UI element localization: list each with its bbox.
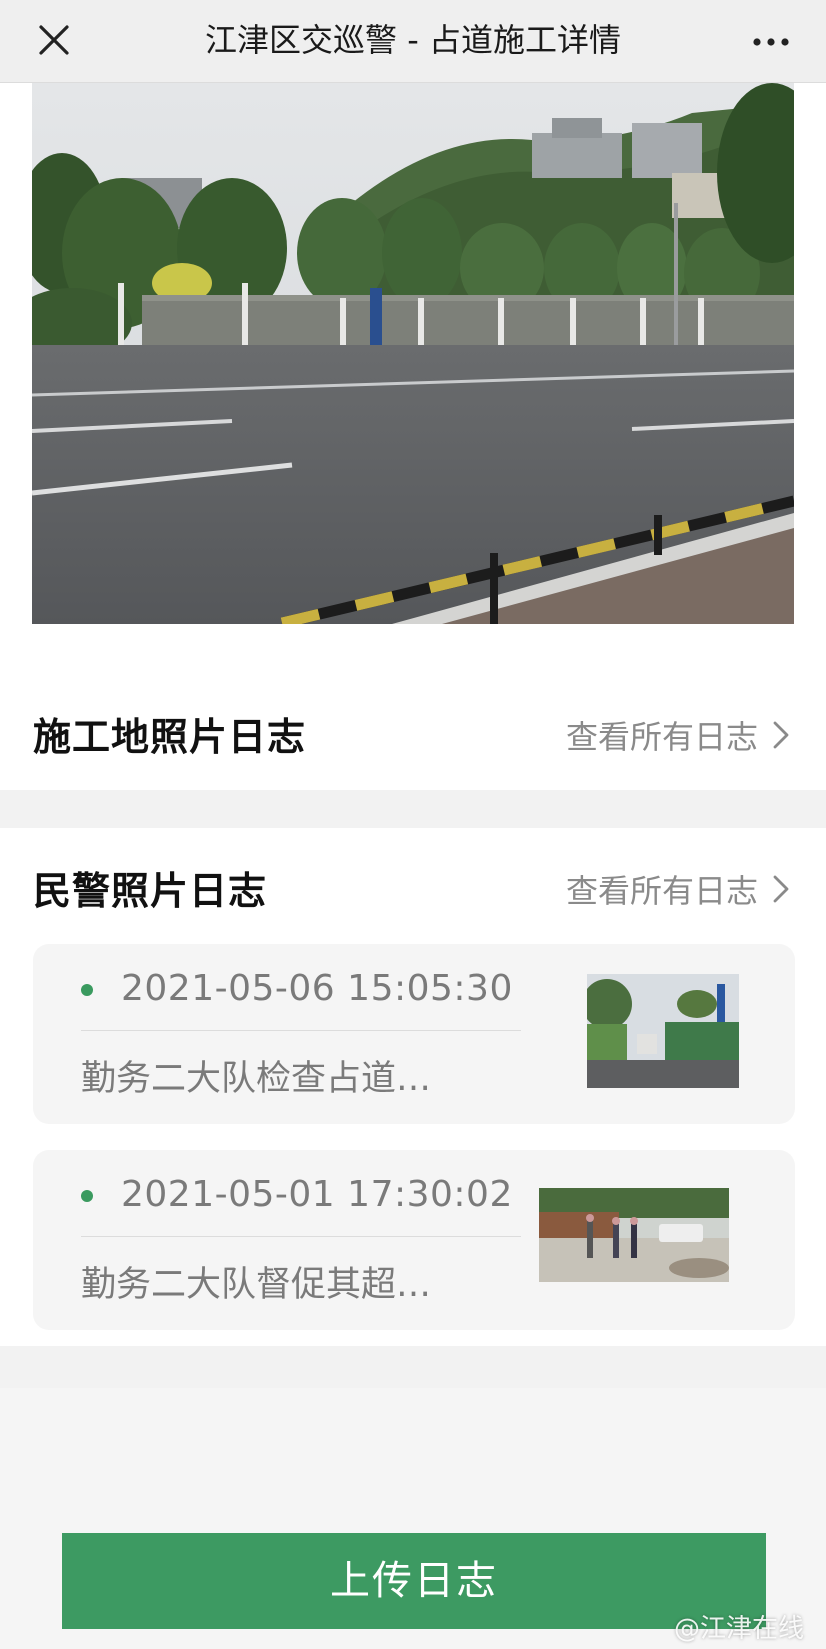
chevron-right-icon xyxy=(773,875,789,903)
log-timestamp: 2021-05-01 17:30:02 xyxy=(121,1174,513,1215)
site-photo-log-view-all[interactable]: 查看所有日志 xyxy=(566,712,790,758)
view-all-label: 查看所有日志 xyxy=(565,872,758,910)
upload-log-button[interactable]: 上传日志 xyxy=(62,1533,766,1629)
police-photo-log-section: 民警照片日志 查看所有日志 2021-05-06 15:05:30 勤务二大队检… xyxy=(0,828,826,1346)
police-log-entry[interactable]: 2021-05-01 17:30:02 勤务二大队督促其超… xyxy=(33,1150,795,1330)
log-description: 勤务二大队督促其超… xyxy=(81,1265,432,1305)
view-all-label: 查看所有日志 xyxy=(565,718,758,756)
watermark-text: @江津在线 xyxy=(673,1614,804,1644)
construction-site-photo[interactable] xyxy=(32,83,794,624)
status-dot xyxy=(81,1190,93,1202)
top-nav-bar: 江津区交巡警 - 占道施工详情 xyxy=(0,0,826,83)
police-photo-log-view-all[interactable]: 查看所有日志 xyxy=(566,866,790,912)
site-photo-log-section: 施工地照片日志 查看所有日志 xyxy=(0,674,826,790)
log-thumbnail-photo[interactable] xyxy=(587,974,739,1088)
chevron-right-icon xyxy=(773,721,789,749)
police-log-entry[interactable]: 2021-05-06 15:05:30 勤务二大队检查占道… xyxy=(33,944,795,1124)
more-icon[interactable] xyxy=(746,22,796,62)
site-photo-log-title: 施工地照片日志 xyxy=(33,715,307,759)
divider xyxy=(81,1236,521,1237)
divider xyxy=(81,1030,521,1031)
log-description: 勤务二大队检查占道… xyxy=(81,1059,432,1099)
close-icon[interactable] xyxy=(30,18,80,64)
police-photo-log-title: 民警照片日志 xyxy=(33,869,268,913)
page-title: 江津区交巡警 - 占道施工详情 xyxy=(205,21,621,59)
status-dot xyxy=(81,984,93,996)
hero-section xyxy=(0,83,826,674)
log-thumbnail-photo[interactable] xyxy=(539,1188,729,1282)
log-timestamp: 2021-05-06 15:05:30 xyxy=(121,968,513,1009)
